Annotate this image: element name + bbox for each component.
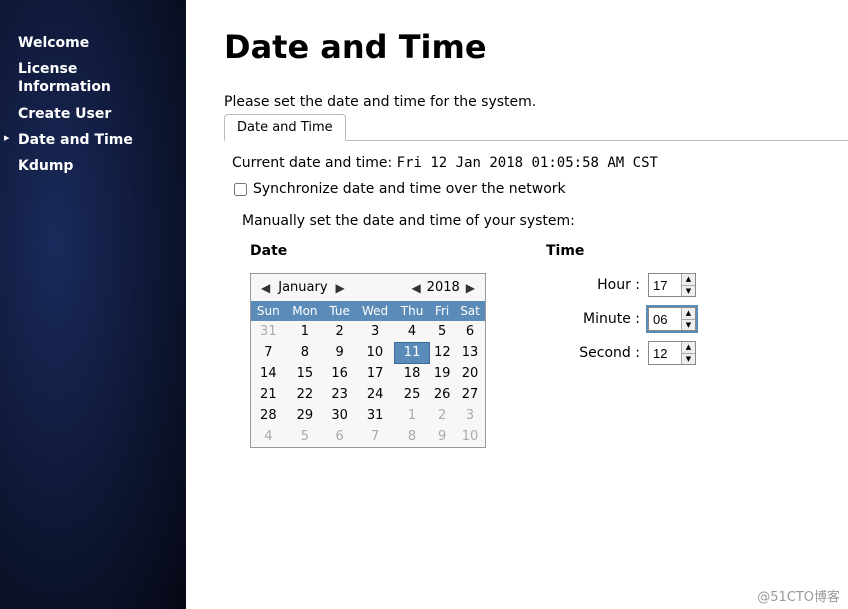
calendar-day[interactable]: 31 [251, 321, 286, 342]
weekday-header: Wed [355, 301, 395, 321]
minute-spinner[interactable]: ▲▼ [648, 307, 696, 331]
sidebar-item-kdump[interactable]: Kdump [18, 153, 186, 179]
calendar-day[interactable]: 24 [355, 384, 395, 405]
calendar-grid: SunMonTueWedThuFriSat 311234567891011121… [251, 301, 485, 447]
next-month-icon[interactable]: ▶ [334, 281, 347, 295]
next-year-icon[interactable]: ▶ [464, 281, 477, 295]
watermark: @51CTO博客 [757, 586, 840, 605]
sidebar-item-date-time[interactable]: Date and Time [18, 127, 186, 153]
calendar-day[interactable]: 30 [324, 405, 355, 426]
weekday-header: Fri [429, 301, 455, 321]
calendar-day[interactable]: 27 [455, 384, 485, 405]
calendar-day[interactable]: 22 [286, 384, 324, 405]
second-label: Second : [546, 345, 640, 361]
calendar-day[interactable]: 26 [429, 384, 455, 405]
manual-label: Manually set the date and time of your s… [242, 213, 840, 229]
sync-label: Synchronize date and time over the netwo… [253, 181, 566, 197]
prev-month-icon[interactable]: ◀ [259, 281, 272, 295]
tab-date-time[interactable]: Date and Time [224, 114, 346, 141]
calendar-day[interactable]: 19 [429, 363, 455, 384]
calendar-day[interactable]: 1 [286, 321, 324, 342]
second-input[interactable] [649, 342, 681, 364]
calendar-day[interactable]: 7 [355, 426, 395, 447]
second-up-icon[interactable]: ▲ [682, 342, 695, 354]
minute-down-icon[interactable]: ▼ [682, 320, 695, 331]
calendar-day[interactable]: 14 [251, 363, 286, 384]
second-down-icon[interactable]: ▼ [682, 354, 695, 365]
hour-input[interactable] [649, 274, 681, 296]
calendar-day[interactable]: 31 [355, 405, 395, 426]
prev-year-icon[interactable]: ◀ [409, 281, 422, 295]
time-column: Time Hour : ▲▼ Minute : [546, 243, 696, 448]
sidebar-item-create-user[interactable]: Create User [18, 101, 186, 127]
calendar-day[interactable]: 4 [251, 426, 286, 447]
current-value: Fri 12 Jan 2018 01:05:58 AM CST [397, 155, 658, 171]
calendar-day[interactable]: 21 [251, 384, 286, 405]
date-column: Date ◀ January ▶ ◀ 2018 ▶ [250, 243, 486, 448]
calendar-day[interactable]: 2 [429, 405, 455, 426]
weekday-header: Tue [324, 301, 355, 321]
minute-input[interactable] [649, 308, 681, 330]
calendar-day[interactable]: 28 [251, 405, 286, 426]
calendar-day[interactable]: 23 [324, 384, 355, 405]
hour-spinner[interactable]: ▲▼ [648, 273, 696, 297]
calendar-day[interactable]: 7 [251, 342, 286, 363]
calendar-day[interactable]: 16 [324, 363, 355, 384]
calendar-day[interactable]: 9 [324, 342, 355, 363]
calendar-day[interactable]: 3 [455, 405, 485, 426]
calendar-day[interactable]: 11 [395, 342, 429, 363]
sidebar: Welcome License Information Create User … [0, 0, 186, 609]
calendar-day[interactable]: 6 [455, 321, 485, 342]
calendar-day[interactable]: 2 [324, 321, 355, 342]
calendar-day[interactable]: 25 [395, 384, 429, 405]
calendar-day[interactable]: 8 [286, 342, 324, 363]
weekday-header: Sat [455, 301, 485, 321]
calendar-day[interactable]: 8 [395, 426, 429, 447]
current-datetime-line: Current date and time: Fri 12 Jan 2018 0… [232, 155, 840, 171]
minute-label: Minute : [546, 311, 640, 327]
hour-down-icon[interactable]: ▼ [682, 286, 695, 297]
minute-up-icon[interactable]: ▲ [682, 308, 695, 320]
calendar-day[interactable]: 20 [455, 363, 485, 384]
sidebar-item-license[interactable]: License Information [18, 56, 128, 100]
sidebar-item-welcome[interactable]: Welcome [18, 30, 186, 56]
calendar-day[interactable]: 10 [455, 426, 485, 447]
calendar-month[interactable]: January [278, 280, 327, 295]
calendar-day[interactable]: 3 [355, 321, 395, 342]
calendar-day[interactable]: 10 [355, 342, 395, 363]
calendar-day[interactable]: 17 [355, 363, 395, 384]
weekday-header: Mon [286, 301, 324, 321]
page-intro: Please set the date and time for the sys… [224, 94, 848, 110]
calendar-day[interactable]: 12 [429, 342, 455, 363]
calendar-day[interactable]: 5 [286, 426, 324, 447]
calendar-day[interactable]: 6 [324, 426, 355, 447]
time-heading: Time [546, 243, 696, 259]
calendar-day[interactable]: 4 [395, 321, 429, 342]
weekday-header: Thu [395, 301, 429, 321]
tab-container: Date and Time Current date and time: Fri… [224, 140, 848, 456]
current-prefix: Current date and time: [232, 155, 392, 171]
calendar-day[interactable]: 9 [429, 426, 455, 447]
calendar-day[interactable]: 1 [395, 405, 429, 426]
weekday-header: Sun [251, 301, 286, 321]
main-content: Date and Time Please set the date and ti… [186, 0, 848, 609]
page-title: Date and Time [224, 28, 848, 66]
calendar-day[interactable]: 5 [429, 321, 455, 342]
calendar-year[interactable]: 2018 [427, 280, 460, 295]
hour-label: Hour : [546, 277, 640, 293]
calendar-day[interactable]: 18 [395, 363, 429, 384]
calendar-day[interactable]: 29 [286, 405, 324, 426]
hour-up-icon[interactable]: ▲ [682, 274, 695, 286]
date-heading: Date [250, 243, 486, 259]
calendar: ◀ January ▶ ◀ 2018 ▶ SunMonTueWedThuFriS… [250, 273, 486, 448]
calendar-day[interactable]: 13 [455, 342, 485, 363]
sync-checkbox[interactable] [234, 183, 247, 196]
calendar-day[interactable]: 15 [286, 363, 324, 384]
second-spinner[interactable]: ▲▼ [648, 341, 696, 365]
